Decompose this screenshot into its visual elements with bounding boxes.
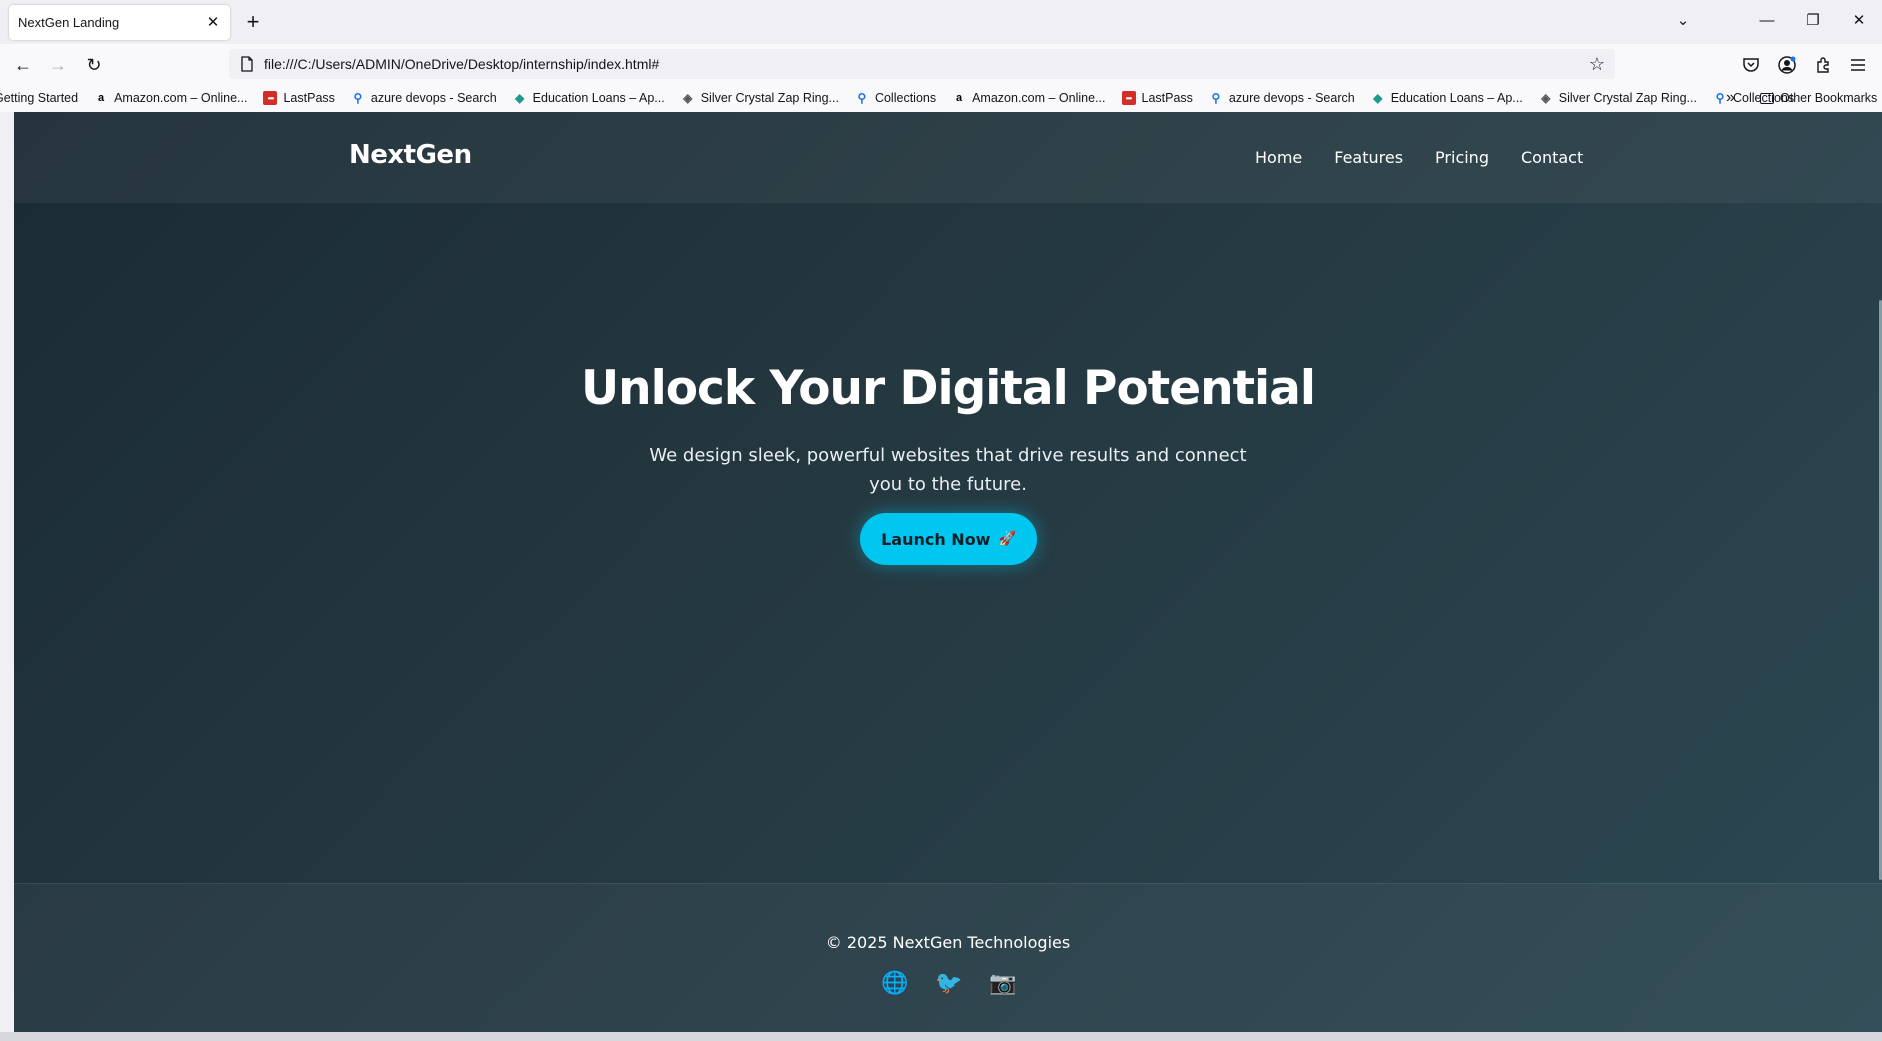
camera-icon[interactable]: 📷 (989, 970, 1016, 996)
bookmark-item[interactable]: a Amazon.com – Online... (86, 91, 255, 105)
bookmark-label: Silver Crystal Zap Ring... (1558, 91, 1697, 105)
lastpass-icon: ••• (1121, 91, 1136, 105)
bookmark-label: Getting Started (0, 91, 79, 105)
pocket-icon[interactable] (1739, 53, 1763, 77)
site-nav: Home Features Pricing Contact (1255, 148, 1583, 167)
site-header: NextGen Home Features Pricing Contact (14, 112, 1882, 203)
bookmark-item[interactable]: ⚲ Collections (847, 91, 944, 105)
bookmark-item[interactable]: ◆ Education Loans – Ap... (505, 91, 673, 105)
bookmark-label: Amazon.com – Online... (114, 91, 248, 105)
bookmark-label: azure devops - Search (370, 91, 497, 105)
page-viewport: NextGen Home Features Pricing Contact Un… (0, 112, 1882, 1032)
browser-tab[interactable]: NextGen Landing ✕ (9, 5, 230, 40)
bookmark-item[interactable]: a Amazon.com – Online... (944, 91, 1113, 105)
ring-icon: ◈ (683, 91, 693, 105)
bookmark-label: LastPass (283, 91, 335, 105)
taskbar-edge (0, 1032, 1882, 1041)
amazon-icon: a (98, 92, 105, 104)
url-text: file:///C:/Users/ADMIN/OneDrive/Desktop/… (264, 56, 660, 72)
bookmarks-overflow-icon[interactable]: » (1726, 84, 1735, 112)
folder-icon (1760, 92, 1774, 104)
launch-now-button[interactable]: Launch Now 🚀 (860, 513, 1037, 565)
nav-link-pricing[interactable]: Pricing (1435, 148, 1489, 167)
search-icon: ⚲ (1715, 91, 1725, 105)
search-icon: ⚲ (857, 91, 867, 105)
bookmark-label: Amazon.com – Online... (972, 91, 1106, 105)
site-logo[interactable]: NextGen (349, 140, 472, 170)
address-bar[interactable]: file:///C:/Users/ADMIN/OneDrive/Desktop/… (229, 49, 1615, 79)
nav-link-home[interactable]: Home (1255, 148, 1302, 167)
close-window-button[interactable]: ✕ (1844, 8, 1874, 34)
bookmark-item[interactable]: ⚲ azure devops - Search (1201, 91, 1363, 105)
ring-icon: ◈ (1541, 91, 1551, 105)
tab-list-icon[interactable]: ⌄ (1668, 8, 1698, 34)
copyright-text: © 2025 NextGen Technologies (825, 933, 1071, 952)
minimize-button[interactable]: — (1752, 8, 1782, 34)
rocket-icon: 🚀 (998, 531, 1016, 547)
nav-link-features[interactable]: Features (1334, 148, 1403, 167)
back-button[interactable]: ← (9, 51, 37, 79)
site-footer: © 2025 NextGen Technologies 🌐 🐦 📷 (14, 883, 1882, 1032)
bookmark-label: Education Loans – Ap... (532, 91, 665, 105)
social-links: 🌐 🐦 📷 (14, 970, 1882, 996)
globe-icon[interactable]: 🌐 (881, 970, 908, 996)
search-icon: ⚲ (353, 91, 363, 105)
bookmark-label: Collections (874, 91, 937, 105)
other-bookmarks[interactable]: Other Bookmarks (1760, 84, 1877, 112)
forward-button[interactable]: → (44, 51, 72, 79)
bookmarks-toolbar: Getting Started a Amazon.com – Online... … (0, 84, 1868, 112)
bird-icon[interactable]: 🐦 (935, 970, 962, 996)
search-icon: ⚲ (1211, 91, 1221, 105)
account-icon[interactable] (1775, 53, 1799, 77)
menu-icon[interactable] (1846, 53, 1870, 77)
nav-link-contact[interactable]: Contact (1521, 148, 1583, 167)
bookmark-item[interactable]: ••• LastPass (1114, 91, 1201, 105)
extensions-icon[interactable] (1811, 53, 1835, 77)
education-icon: ◆ (515, 91, 525, 105)
navigation-toolbar: ← → ↻ file:///C:/Users/ADMIN/OneDrive/De… (0, 44, 1882, 84)
new-tab-button[interactable]: + (240, 9, 266, 35)
bookmark-label: Silver Crystal Zap Ring... (700, 91, 839, 105)
sidebar-edge (0, 112, 14, 1032)
reload-button[interactable]: ↻ (80, 51, 108, 79)
hero-subtitle: We design sleek, powerful websites that … (649, 445, 1247, 495)
vertical-scrollbar[interactable] (1878, 112, 1882, 1032)
amazon-icon: a (956, 92, 963, 104)
bookmark-item[interactable]: ◈ Silver Crystal Zap Ring... (1531, 91, 1705, 105)
bookmark-item[interactable]: ◈ Silver Crystal Zap Ring... (673, 91, 847, 105)
bookmark-label: LastPass (1141, 91, 1193, 105)
bookmark-item[interactable]: ••• LastPass (255, 91, 342, 105)
hero-title: Unlock Your Digital Potential (581, 361, 1316, 416)
bookmark-label: azure devops - Search (1228, 91, 1355, 105)
launch-now-label: Launch Now (881, 529, 991, 549)
bookmark-star-icon[interactable]: ☆ (1589, 54, 1605, 74)
other-bookmarks-label: Other Bookmarks (1780, 91, 1878, 105)
close-tab-icon[interactable]: ✕ (205, 14, 221, 31)
bookmark-item[interactable]: ⚲ azure devops - Search (343, 91, 505, 105)
hero-section: Unlock Your Digital Potential We design … (14, 203, 1882, 883)
education-icon: ◆ (1373, 91, 1383, 105)
lastpass-icon: ••• (263, 91, 278, 105)
bookmark-label: Education Loans – Ap... (1390, 91, 1523, 105)
tab-strip: NextGen Landing ✕ + ⌄ — ❐ ✕ (0, 0, 1882, 44)
tab-title: NextGen Landing (18, 15, 120, 30)
bookmark-item[interactable]: Getting Started (0, 91, 86, 105)
bookmark-item[interactable]: ◆ Education Loans – Ap... (1363, 91, 1531, 105)
page-icon (241, 56, 253, 72)
restore-button[interactable]: ❐ (1798, 8, 1828, 34)
